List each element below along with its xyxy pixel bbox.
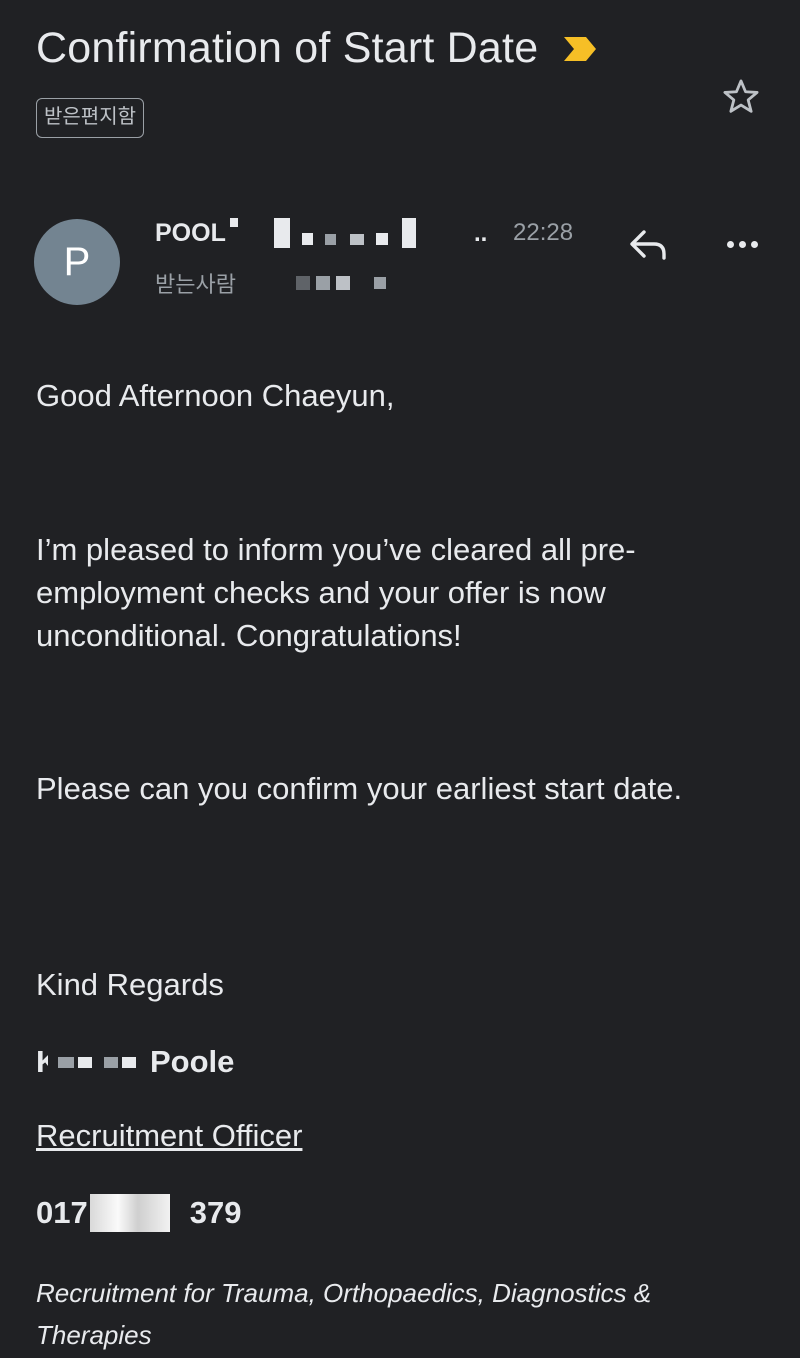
redacted-block: [335, 276, 350, 290]
signature-department: Recruitment for Trauma, Orthopaedics, Di…: [36, 1278, 652, 1350]
inbox-label[interactable]: 받은편지함: [36, 98, 144, 138]
sender-row[interactable]: POOL: [155, 214, 416, 252]
signature-phone[interactable]: 017 379: [36, 1194, 241, 1232]
redacted-block: [295, 276, 310, 290]
redacted-block: [315, 276, 330, 290]
redacted-block: [373, 277, 386, 289]
avatar[interactable]: P: [34, 219, 120, 305]
redacted-block: [375, 233, 388, 245]
recipient-row[interactable]: 받는사람: [155, 267, 386, 299]
signature-last-name: Poole: [150, 1044, 235, 1079]
signature-initial: K: [36, 1044, 48, 1079]
phone-suffix: 379: [189, 1195, 242, 1230]
redacted-block: [58, 1056, 74, 1068]
signature-name: K Poole: [36, 1040, 234, 1084]
star-icon[interactable]: [720, 76, 762, 118]
redacted-block: [122, 1056, 136, 1068]
redacted-block: [401, 218, 416, 248]
redacted-block: [104, 1056, 118, 1068]
sender-name: POOL: [155, 218, 226, 247]
redacted-block: [324, 233, 336, 245]
redacted-block: [301, 233, 313, 245]
received-time: 22:28: [513, 219, 574, 246]
redacted-block: [78, 1056, 92, 1068]
redacted-block: [89, 1194, 170, 1232]
more-options-icon[interactable]: [716, 226, 768, 262]
closing: Kind Regards: [36, 967, 224, 1002]
email-subject: Confirmation of Start Date: [36, 24, 539, 72]
redacted-block: [229, 218, 238, 227]
signature-role-link[interactable]: Recruitment Officer: [36, 1118, 302, 1154]
redacted-block: [273, 218, 290, 248]
importance-marker-icon[interactable]: [562, 35, 598, 63]
reply-icon[interactable]: [624, 224, 670, 264]
sender-ellipsis: ..: [474, 220, 488, 247]
redacted-block: [349, 233, 364, 245]
to-label: 받는사람: [155, 272, 236, 297]
body-paragraph-2: Please can you confirm your earliest sta…: [36, 771, 683, 806]
body-paragraph-1: I’m pleased to inform you’ve cleared all…: [36, 532, 636, 653]
subject-row: Confirmation of Start Date: [36, 24, 598, 73]
phone-prefix: 017: [36, 1195, 88, 1230]
greeting: Good Afternoon Chaeyun,: [36, 378, 395, 413]
